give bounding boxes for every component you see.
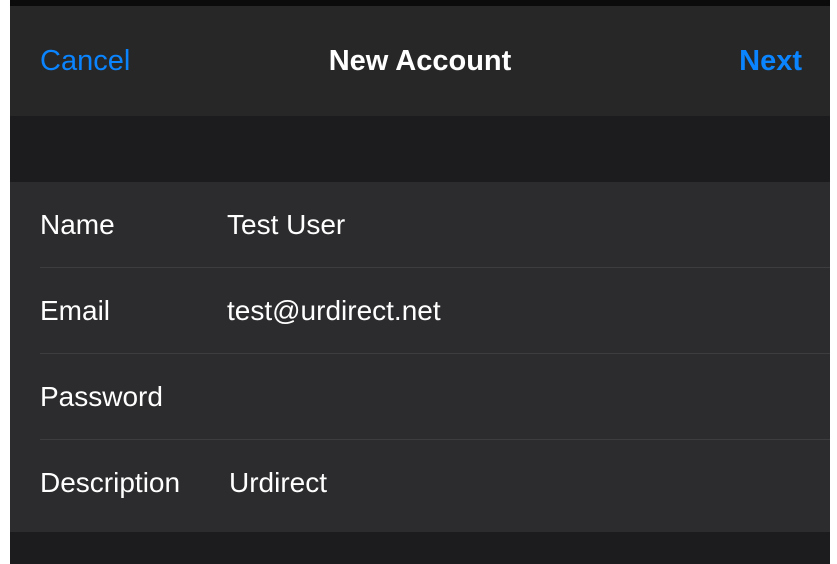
email-input[interactable]: test@urdirect.net bbox=[227, 295, 441, 327]
password-label: Password bbox=[40, 381, 163, 412]
section-spacer bbox=[10, 116, 830, 182]
description-field-row[interactable]: Description Urdirect bbox=[10, 440, 830, 526]
password-field-row[interactable]: Password bbox=[10, 354, 830, 440]
name-label: Name bbox=[40, 209, 115, 240]
email-label: Email bbox=[40, 295, 111, 326]
description-label: Description bbox=[40, 467, 181, 498]
cancel-button[interactable]: Cancel bbox=[40, 44, 130, 78]
navigation-bar: Cancel New Account Next bbox=[10, 6, 830, 116]
new-account-screen: Cancel New Account Next Name Test User E… bbox=[10, 0, 830, 564]
bottom-spacer bbox=[10, 532, 830, 564]
name-input[interactable]: Test User bbox=[227, 209, 345, 241]
email-field-row[interactable]: Email test@urdirect.net bbox=[10, 268, 830, 354]
description-input[interactable]: Urdirect bbox=[229, 467, 327, 499]
page-title: New Account bbox=[328, 45, 512, 77]
account-form: Name Test User Email test@urdirect.net P… bbox=[10, 182, 830, 532]
name-field-row[interactable]: Name Test User bbox=[10, 182, 830, 268]
next-button[interactable]: Next bbox=[739, 44, 802, 78]
